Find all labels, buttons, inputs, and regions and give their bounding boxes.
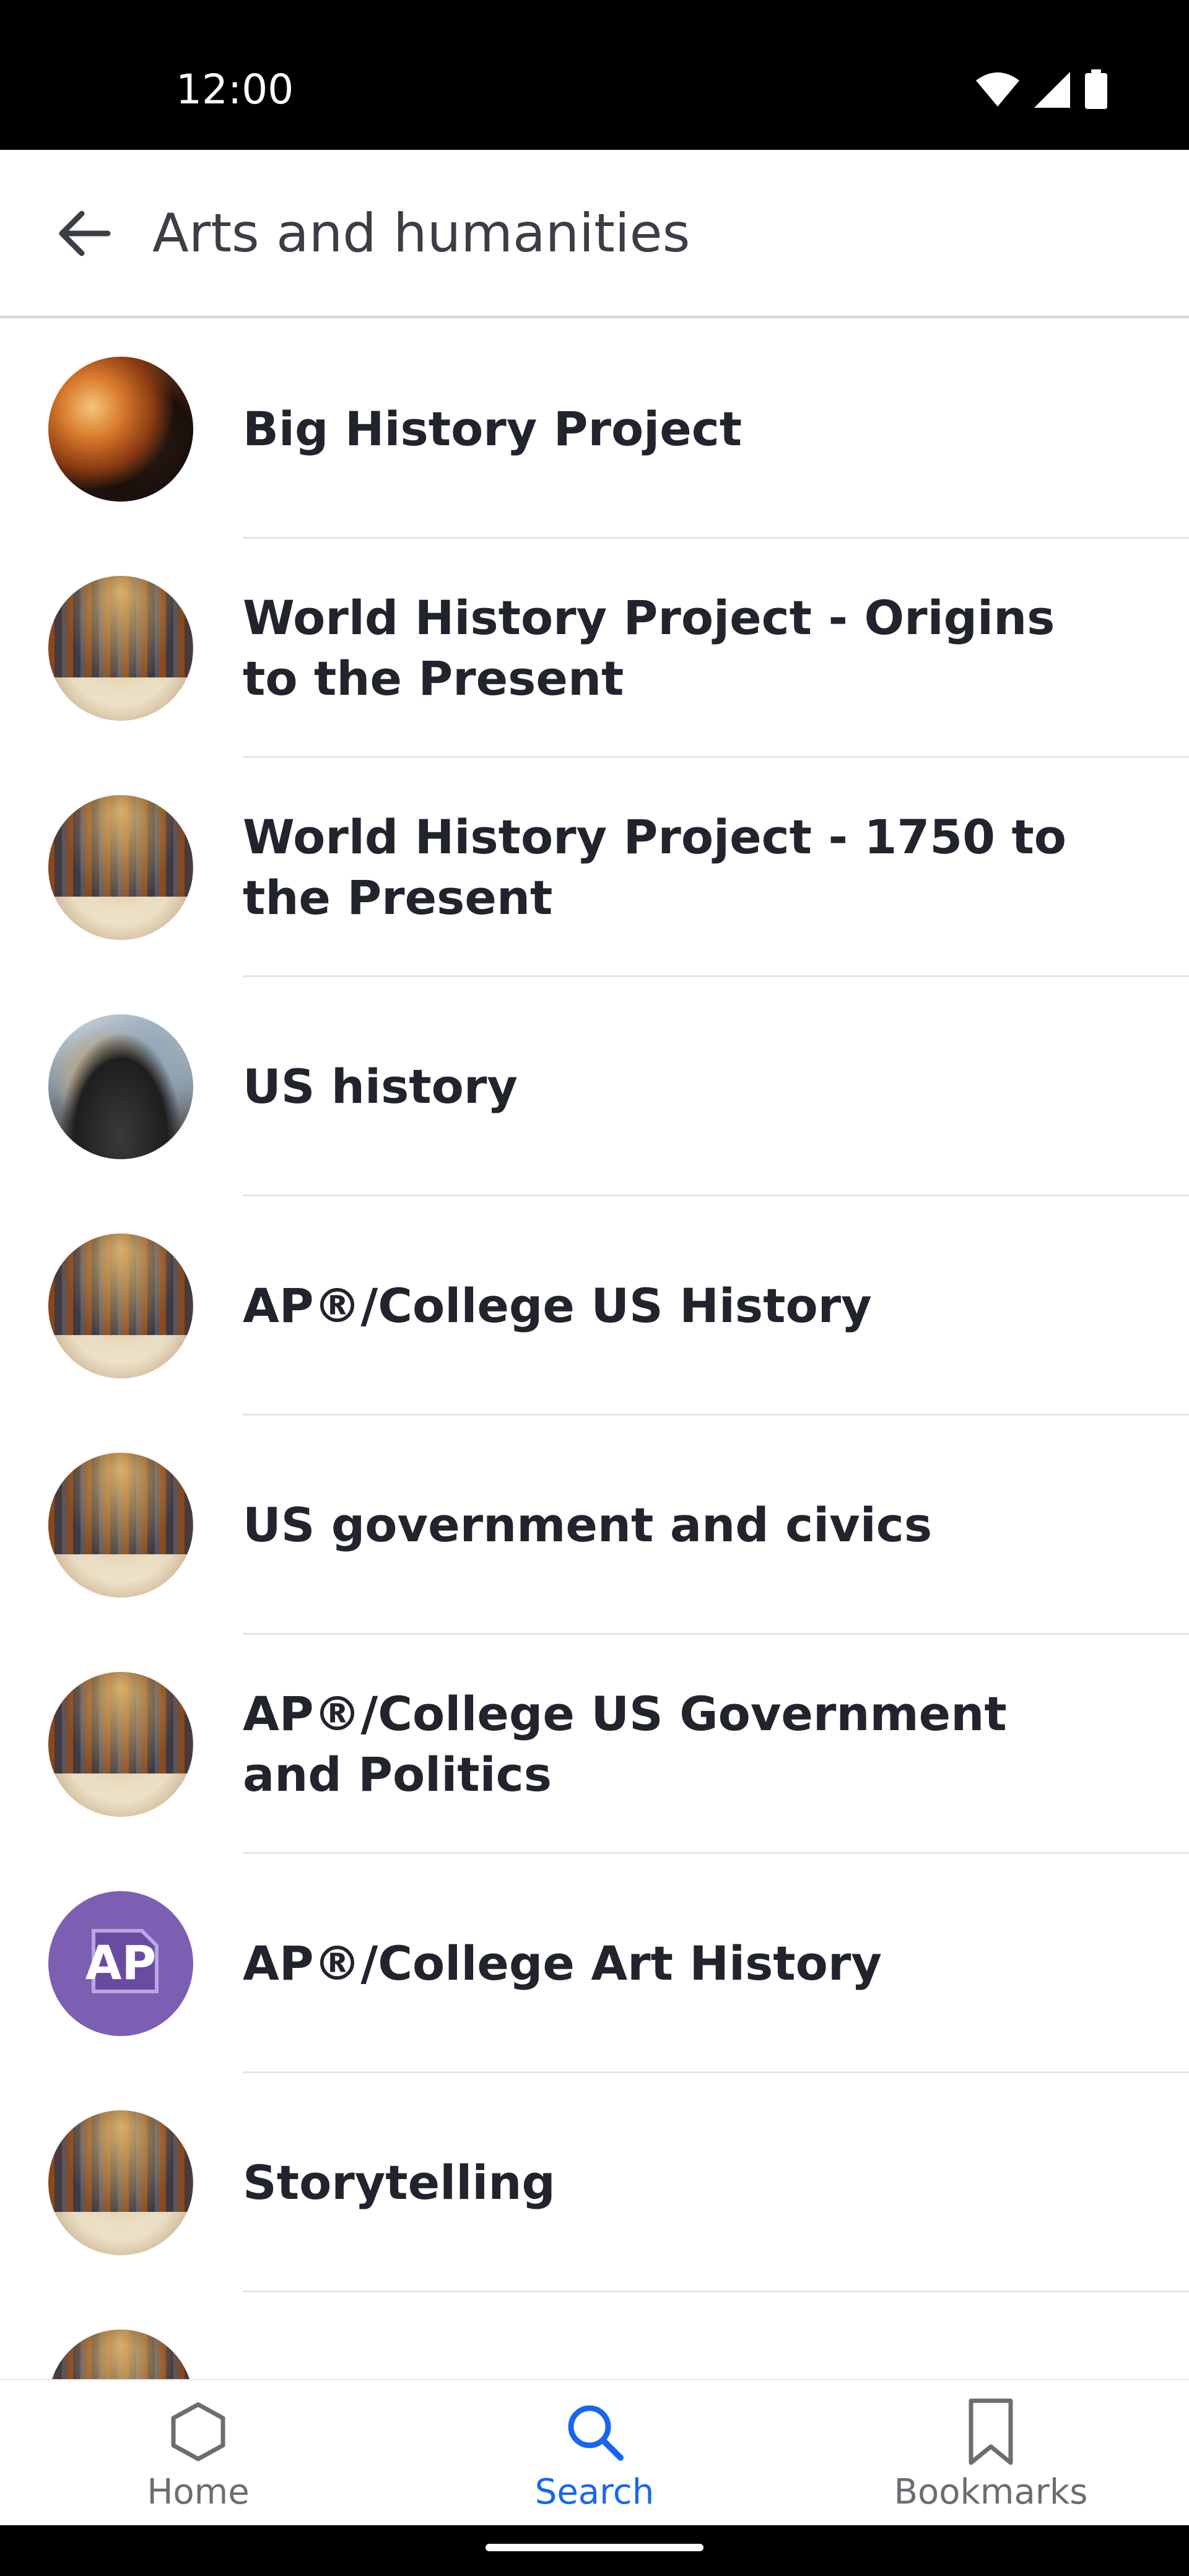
tab-label: Bookmarks: [894, 2472, 1088, 2512]
course-item-us-history[interactable]: US history: [0, 977, 1189, 1196]
course-item-partial[interactable]: [0, 2292, 1189, 2379]
course-item-us-government-civics[interactable]: US government and civics: [0, 1416, 1189, 1635]
tab-label: Search: [534, 2472, 655, 2512]
course-title: Storytelling: [243, 2155, 555, 2210]
course-item-storytelling[interactable]: Storytelling: [0, 2073, 1189, 2292]
course-item-big-history-project[interactable]: Big History Project: [0, 320, 1189, 539]
course-title: AP®/College US History: [243, 1278, 872, 1333]
course-thumbnail: [48, 1014, 193, 1159]
gesture-area: [0, 2525, 1189, 2576]
course-title: World History Project - Origins to the P…: [243, 590, 1055, 706]
cellular-icon: [1034, 72, 1070, 108]
course-title: World History Project - 1750 to the Pres…: [243, 809, 1066, 925]
course-item-world-history-1750[interactable]: World History Project - 1750 to the Pres…: [0, 758, 1189, 977]
course-title: Big History Project: [243, 401, 743, 456]
course-thumbnail: [48, 2110, 193, 2255]
tab-label: Home: [147, 2472, 250, 2512]
course-title: US government and civics: [243, 1497, 933, 1552]
tab-home[interactable]: Home: [0, 2380, 396, 2525]
course-item-ap-us-history[interactable]: AP®/College US History: [0, 1196, 1189, 1416]
course-item-world-history-origins[interactable]: World History Project - Origins to the P…: [0, 539, 1189, 758]
home-gesture-handle[interactable]: [486, 2544, 703, 2551]
course-thumbnail: [48, 576, 193, 721]
back-button[interactable]: [43, 199, 124, 268]
arrow-left-icon: [59, 211, 111, 256]
course-thumbnail: [48, 1453, 193, 1598]
course-thumbnail: [48, 1672, 193, 1817]
course-title: US history: [243, 1059, 518, 1114]
hexagon-icon: [164, 2398, 232, 2466]
course-title: [243, 2292, 1110, 2379]
tab-bookmarks[interactable]: Bookmarks: [793, 2380, 1189, 2525]
course-item-ap-us-government[interactable]: AP®/College US Government and Politics: [0, 1635, 1189, 1854]
page-title: Arts and humanities: [152, 202, 690, 264]
tab-search[interactable]: Search: [396, 2380, 793, 2525]
status-bar: 12:00: [0, 0, 1189, 150]
bookmark-icon: [957, 2398, 1025, 2466]
course-thumbnail: [48, 795, 193, 940]
battery-icon: [1085, 69, 1107, 109]
course-item-ap-art-history[interactable]: AP AP®/College Art History: [0, 1854, 1189, 2073]
course-list: Big History Project World History Projec…: [0, 320, 1189, 2379]
svg-text:AP: AP: [85, 1935, 157, 1990]
course-thumbnail: [48, 357, 193, 502]
app-bar: Arts and humanities: [0, 150, 1189, 318]
course-thumbnail: [48, 2330, 193, 2379]
bottom-navigation: Home Search Bookmarks: [0, 2379, 1189, 2525]
status-icons: [975, 69, 1108, 110]
wifi-icon: [976, 72, 1019, 107]
course-title: AP®/College Art History: [243, 1936, 882, 1991]
ap-badge-icon: AP: [48, 1891, 193, 2036]
search-icon: [560, 2398, 629, 2466]
course-title: AP®/College US Government and Politics: [243, 1686, 1007, 1802]
status-time: 12:00: [176, 66, 294, 113]
course-thumbnail: [48, 1234, 193, 1378]
